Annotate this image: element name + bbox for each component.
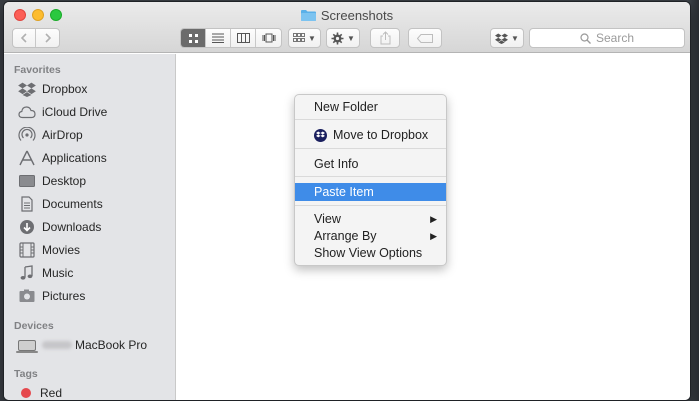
share-button[interactable] bbox=[370, 28, 400, 48]
sidebar-item-macbook-pro[interactable]: MacBook Pro bbox=[16, 335, 173, 355]
menu-item-label: New Folder bbox=[314, 100, 378, 114]
sidebar-item-pictures[interactable]: Pictures bbox=[18, 286, 173, 306]
action-button[interactable]: ▼ bbox=[326, 28, 360, 48]
chevron-down-icon: ▼ bbox=[347, 33, 355, 43]
sidebar-item-label: iCloud Drive bbox=[42, 105, 108, 119]
desktop-icon bbox=[19, 175, 35, 187]
search-icon bbox=[580, 32, 591, 44]
tags-section-title: Tags bbox=[14, 368, 38, 380]
favorites-section-title: Favorites bbox=[14, 64, 61, 76]
coverflow-icon bbox=[262, 33, 275, 43]
laptop-icon bbox=[16, 339, 38, 353]
menu-item-new-folder[interactable]: New Folder bbox=[295, 98, 446, 116]
arrange-button[interactable]: ▼ bbox=[288, 28, 321, 48]
sidebar-item-downloads[interactable]: Downloads bbox=[18, 217, 173, 237]
search-placeholder: Search bbox=[595, 31, 635, 45]
menu-separator bbox=[295, 176, 446, 177]
menu-separator bbox=[295, 119, 446, 120]
list-icon bbox=[212, 33, 224, 43]
menu-item-label: Arrange By bbox=[314, 229, 377, 243]
menu-separator bbox=[295, 205, 446, 206]
submenu-arrow-icon: ▶ bbox=[430, 213, 437, 224]
cloud-icon bbox=[18, 106, 36, 119]
pictures-icon bbox=[19, 289, 35, 302]
menu-item-label: Get Info bbox=[314, 157, 359, 171]
redacted-owner-name bbox=[42, 341, 72, 349]
chevron-left-icon bbox=[20, 33, 27, 43]
context-menu: New Folder Move to Dropbox Get Info Past… bbox=[294, 94, 447, 266]
dropbox-toolbar-button[interactable]: ▼ bbox=[490, 28, 524, 48]
sidebar-item-label: Desktop bbox=[42, 174, 87, 188]
menu-item-view[interactable]: View ▶ bbox=[295, 210, 446, 228]
window-title: Screenshots bbox=[320, 7, 394, 23]
coverflow-view-button[interactable] bbox=[256, 29, 281, 47]
forward-button[interactable] bbox=[36, 29, 59, 47]
movies-icon bbox=[19, 242, 35, 258]
chevron-down-icon: ▼ bbox=[308, 33, 316, 43]
sidebar-item-documents[interactable]: Documents bbox=[18, 194, 173, 214]
devices-section-title: Devices bbox=[14, 320, 54, 332]
menu-item-paste-item[interactable]: Paste Item bbox=[295, 183, 446, 201]
menu-item-label: Paste Item bbox=[314, 185, 374, 199]
list-view-button[interactable] bbox=[206, 29, 231, 47]
grid-icon bbox=[188, 33, 198, 43]
chevron-down-icon: ▼ bbox=[511, 33, 519, 43]
sidebar-item-airdrop[interactable]: AirDrop bbox=[18, 125, 173, 145]
sidebar-item-label: Red bbox=[40, 386, 63, 400]
icon-view-button[interactable] bbox=[181, 29, 206, 47]
back-button[interactable] bbox=[13, 29, 36, 47]
sidebar-item-label: Downloads bbox=[42, 220, 102, 234]
sidebar: Favorites Dropbox iCloud Drive AirDrop A… bbox=[4, 54, 176, 400]
back-forward-control bbox=[12, 28, 60, 48]
chevron-right-icon bbox=[44, 33, 51, 43]
sidebar-item-label: Music bbox=[42, 266, 74, 280]
menu-item-label: Show View Options bbox=[314, 246, 423, 260]
arrange-grid-icon bbox=[293, 33, 305, 42]
sidebar-item-desktop[interactable]: Desktop bbox=[18, 171, 173, 191]
sidebar-item-label: Applications bbox=[42, 151, 107, 165]
dropbox-icon bbox=[495, 33, 509, 44]
sidebar-item-dropbox[interactable]: Dropbox bbox=[18, 79, 173, 99]
red-tag-dot-icon bbox=[21, 388, 31, 398]
sidebar-item-label: Dropbox bbox=[42, 82, 88, 96]
gear-icon bbox=[331, 32, 344, 44]
airdrop-icon bbox=[18, 127, 36, 141]
submenu-arrow-icon: ▶ bbox=[430, 230, 437, 241]
menu-item-label: View bbox=[314, 212, 341, 226]
menu-item-get-info[interactable]: Get Info bbox=[295, 155, 446, 173]
menu-item-show-view-options[interactable]: Show View Options bbox=[295, 244, 446, 262]
sidebar-item-label: Movies bbox=[42, 243, 81, 257]
search-field[interactable]: Search bbox=[529, 28, 685, 48]
sidebar-item-icloud-drive[interactable]: iCloud Drive bbox=[18, 102, 173, 122]
downloads-icon bbox=[20, 220, 34, 234]
share-icon bbox=[380, 31, 390, 45]
menu-item-label: Move to Dropbox bbox=[333, 128, 429, 142]
tag-icon bbox=[417, 33, 433, 43]
finder-window: Screenshots ▼ ▼ ▼ Search Favorites Dropb… bbox=[4, 2, 690, 400]
sidebar-item-label: MacBook Pro bbox=[75, 338, 148, 352]
sidebar-item-movies[interactable]: Movies bbox=[18, 240, 173, 260]
sidebar-item-label: Pictures bbox=[42, 289, 86, 303]
view-mode-control bbox=[180, 28, 282, 48]
sidebar-item-label: AirDrop bbox=[42, 128, 83, 142]
documents-icon bbox=[21, 196, 33, 212]
edit-tags-button[interactable] bbox=[408, 28, 442, 48]
window-title-area: Screenshots bbox=[4, 6, 690, 24]
dropbox-icon bbox=[18, 82, 36, 97]
column-view-button[interactable] bbox=[231, 29, 256, 47]
menu-item-move-to-dropbox[interactable]: Move to Dropbox bbox=[295, 126, 446, 144]
sidebar-item-label: Documents bbox=[42, 197, 103, 211]
device-name: MacBook Pro bbox=[42, 338, 147, 352]
sidebar-item-applications[interactable]: Applications bbox=[18, 148, 173, 168]
sidebar-item-tag-red[interactable]: Red bbox=[18, 383, 173, 400]
music-icon bbox=[20, 265, 33, 280]
menu-item-arrange-by[interactable]: Arrange By ▶ bbox=[295, 227, 446, 245]
applications-icon bbox=[19, 150, 35, 166]
columns-icon bbox=[236, 33, 250, 43]
sidebar-item-music[interactable]: Music bbox=[18, 263, 173, 283]
menu-separator bbox=[295, 148, 446, 149]
folder-icon bbox=[300, 10, 316, 21]
toolbar: Screenshots ▼ ▼ ▼ Search bbox=[4, 2, 690, 53]
dropbox-icon bbox=[314, 128, 327, 142]
